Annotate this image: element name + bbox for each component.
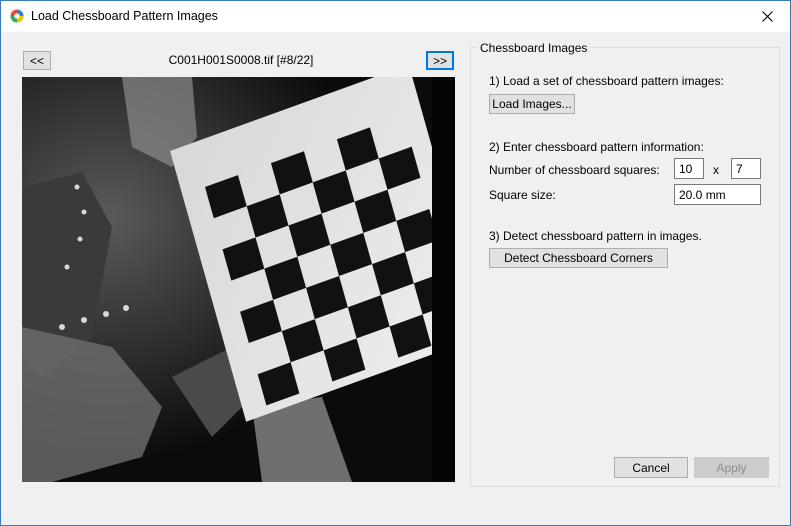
close-icon: [761, 11, 773, 22]
chessboard-photo: [22, 77, 455, 482]
current-image-label: C001H001S0008.tif [#8/22]: [168, 53, 314, 67]
step3-label: 3) Detect chessboard pattern in images.: [489, 229, 702, 243]
app-logo-icon: [10, 9, 24, 23]
step2-label: 2) Enter chessboard pattern information:: [489, 140, 704, 154]
dialog-window: Load Chessboard Pattern Images << C001H0…: [0, 0, 791, 526]
group-title: Chessboard Images: [477, 41, 591, 55]
next-image-button[interactable]: >>: [426, 51, 454, 70]
squares-y-input[interactable]: [731, 158, 761, 179]
title-bar: Load Chessboard Pattern Images: [1, 1, 790, 32]
squares-x-input[interactable]: [674, 158, 704, 179]
close-button[interactable]: [744, 1, 790, 32]
apply-button[interactable]: Apply: [694, 457, 769, 478]
cancel-button[interactable]: Cancel: [614, 457, 688, 478]
squares-separator: x: [713, 163, 719, 177]
window-title: Load Chessboard Pattern Images: [31, 9, 218, 23]
step1-label: 1) Load a set of chessboard pattern imag…: [489, 74, 724, 88]
square-size-input[interactable]: [674, 184, 761, 205]
previous-image-button[interactable]: <<: [23, 51, 51, 70]
detect-corners-button[interactable]: Detect Chessboard Corners: [489, 248, 668, 268]
load-images-button[interactable]: Load Images...: [489, 94, 575, 114]
squares-label: Number of chessboard squares:: [489, 163, 660, 177]
chessboard-image-preview: [22, 77, 455, 482]
square-size-label: Square size:: [489, 188, 556, 202]
